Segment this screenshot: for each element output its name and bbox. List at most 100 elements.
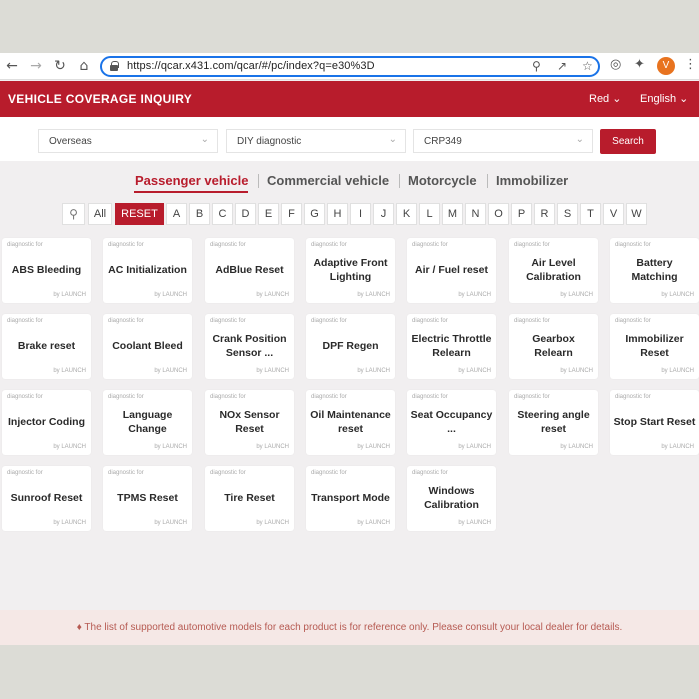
card-caption: diagnostic for bbox=[615, 242, 651, 248]
tab-divider bbox=[399, 174, 400, 188]
filter-all[interactable]: All bbox=[88, 203, 112, 225]
function-card[interactable]: diagnostic for Steering angle reset by LAU… bbox=[509, 390, 598, 455]
card-caption: diagnostic for bbox=[311, 394, 347, 400]
card-title: Crank Position Sensor ... bbox=[212, 333, 287, 359]
share-icon[interactable]: ↗ bbox=[557, 59, 567, 73]
filter-letter-e[interactable]: E bbox=[258, 203, 279, 225]
language-dropdown[interactable]: English ⌄ bbox=[640, 92, 688, 105]
filter-letter-g[interactable]: G bbox=[304, 203, 325, 225]
filter-letter-b[interactable]: B bbox=[189, 203, 210, 225]
home-icon[interactable]: ⌂ bbox=[75, 57, 93, 75]
region-select[interactable]: Overseas ⌄ bbox=[38, 129, 218, 153]
filter-letter-f[interactable]: F bbox=[281, 203, 302, 225]
filter-letter-a[interactable]: A bbox=[166, 203, 187, 225]
filter-letter-n[interactable]: N bbox=[465, 203, 486, 225]
reload-icon[interactable]: ↻ bbox=[51, 57, 69, 75]
filter-letter-v[interactable]: V bbox=[603, 203, 624, 225]
tab-divider bbox=[258, 174, 259, 188]
card-brand: by LAUNCH bbox=[560, 368, 593, 374]
function-card[interactable]: diagnostic for Immobilizer Reset by LAUNCH bbox=[610, 314, 699, 379]
card-brand: by LAUNCH bbox=[53, 368, 86, 374]
search-icon[interactable]: ⚲ bbox=[62, 203, 85, 225]
function-card[interactable]: diagnostic for Transport Mode by LAUNCH bbox=[306, 466, 395, 531]
function-card[interactable]: diagnostic for Electric Throttle Relearn b… bbox=[407, 314, 496, 379]
card-brand: by LAUNCH bbox=[458, 520, 491, 526]
product-select[interactable]: CRP349 ⌄ bbox=[413, 129, 593, 153]
filter-letter-l[interactable]: L bbox=[419, 203, 440, 225]
function-card[interactable]: diagnostic for NOx Sensor Reset by LAUNCH bbox=[205, 390, 294, 455]
filter-letter-h[interactable]: H bbox=[327, 203, 348, 225]
filter-letter-k[interactable]: K bbox=[396, 203, 417, 225]
chevron-down-icon: ⌄ bbox=[679, 93, 689, 105]
card-title: Transport Mode bbox=[311, 492, 390, 504]
filter-letter-s[interactable]: S bbox=[557, 203, 578, 225]
card-title: Air / Fuel reset bbox=[415, 264, 488, 276]
function-card[interactable]: diagnostic for Stop Start Reset by LAUNCH bbox=[610, 390, 699, 455]
filter-letter-t[interactable]: T bbox=[580, 203, 601, 225]
tab-passenger-vehicle[interactable]: Passenger vehicle bbox=[135, 173, 248, 188]
card-title: Language Change bbox=[122, 409, 173, 435]
back-icon[interactable]: ← bbox=[3, 57, 21, 75]
tab-commercial-vehicle[interactable]: Commercial vehicle bbox=[267, 173, 389, 188]
extensions-icon[interactable]: ✦ bbox=[634, 57, 645, 72]
region-dropdown[interactable]: Red ⌄ bbox=[589, 92, 621, 105]
function-card[interactable]: diagnostic for Gearbox Relearn by LAUNCH bbox=[509, 314, 598, 379]
filter-letter-m[interactable]: M bbox=[442, 203, 463, 225]
function-card[interactable]: diagnostic for Crank Position Sensor ... b… bbox=[205, 314, 294, 379]
translate-icon[interactable]: ◎ bbox=[610, 57, 621, 72]
address-bar[interactable]: https://qcar.x431.com/qcar/#/pc/index?q=… bbox=[100, 56, 600, 77]
function-card[interactable]: diagnostic for Battery Matching by LAUNCH bbox=[610, 238, 699, 303]
lock-icon bbox=[110, 61, 119, 71]
browser-menu-icon[interactable]: ⋮ bbox=[684, 57, 697, 72]
card-brand: by LAUNCH bbox=[357, 520, 390, 526]
page-title: VEHICLE COVERAGE INQUIRY bbox=[8, 92, 193, 106]
search-button[interactable]: Search bbox=[600, 129, 656, 154]
diagnostic-type-select[interactable]: DIY diagnostic ⌄ bbox=[226, 129, 406, 153]
function-card[interactable]: diagnostic for Coolant Bleed by LAUNCH bbox=[103, 314, 192, 379]
zoom-icon[interactable]: ⚲ bbox=[532, 59, 541, 73]
function-card[interactable]: diagnostic for TPMS Reset by LAUNCH bbox=[103, 466, 192, 531]
function-card[interactable]: diagnostic for Sunroof Reset by LAUNCH bbox=[2, 466, 91, 531]
card-title: Coolant Bleed bbox=[112, 340, 183, 352]
search-bar: Overseas ⌄ DIY diagnostic ⌄ CRP349 ⌄ Sea… bbox=[0, 117, 699, 161]
function-card[interactable]: diagnostic for Air / Fuel reset by LAUNCH bbox=[407, 238, 496, 303]
tab-immobilizer[interactable]: Immobilizer bbox=[496, 173, 568, 188]
filter-letter-o[interactable]: O bbox=[488, 203, 509, 225]
function-card[interactable]: diagnostic for AC Initialization by LAUNCH bbox=[103, 238, 192, 303]
filter-letter-p[interactable]: P bbox=[511, 203, 532, 225]
card-title: Injector Coding bbox=[8, 416, 85, 428]
filter-letter-d[interactable]: D bbox=[235, 203, 256, 225]
filter-letter-w[interactable]: W bbox=[626, 203, 647, 225]
function-card[interactable]: diagnostic for Adaptive Front Lighting by … bbox=[306, 238, 395, 303]
function-card[interactable]: diagnostic for ABS Bleeding by LAUNCH bbox=[2, 238, 91, 303]
card-caption: diagnostic for bbox=[108, 470, 144, 476]
card-caption: diagnostic for bbox=[311, 242, 347, 248]
function-card[interactable]: diagnostic for Tire Reset by LAUNCH bbox=[205, 466, 294, 531]
region-select-value: Overseas bbox=[49, 136, 92, 147]
function-card[interactable]: diagnostic for Brake reset by LAUNCH bbox=[2, 314, 91, 379]
card-title: DPF Regen bbox=[322, 340, 379, 352]
filter-letter-c[interactable]: C bbox=[212, 203, 233, 225]
forward-icon[interactable]: → bbox=[27, 57, 45, 75]
card-title: Air Level Calibration bbox=[526, 257, 581, 283]
function-card[interactable]: diagnostic for Air Level Calibration by LA… bbox=[509, 238, 598, 303]
tab-motorcycle[interactable]: Motorcycle bbox=[408, 173, 477, 188]
function-card[interactable]: diagnostic for Oil Maintenance reset by LA… bbox=[306, 390, 395, 455]
card-caption: diagnostic for bbox=[514, 394, 550, 400]
filter-letter-r[interactable]: R bbox=[534, 203, 555, 225]
filter-letter-j[interactable]: J bbox=[373, 203, 394, 225]
function-card[interactable]: diagnostic for DPF Regen by LAUNCH bbox=[306, 314, 395, 379]
function-card[interactable]: diagnostic for Language Change by LAUNCH bbox=[103, 390, 192, 455]
function-card[interactable]: diagnostic for Windows Calibration by LAUN… bbox=[407, 466, 496, 531]
bookmark-star-icon[interactable]: ☆ bbox=[582, 59, 593, 73]
card-caption: diagnostic for bbox=[108, 242, 144, 248]
function-card[interactable]: diagnostic for Seat Occupancy ... by LAUNC… bbox=[407, 390, 496, 455]
filter-reset[interactable]: RESET bbox=[115, 203, 164, 225]
function-card[interactable]: diagnostic for Injector Coding by LAUNCH bbox=[2, 390, 91, 455]
profile-avatar[interactable]: V bbox=[657, 57, 675, 75]
card-brand: by LAUNCH bbox=[256, 292, 289, 298]
function-card[interactable]: diagnostic for AdBlue Reset by LAUNCH bbox=[205, 238, 294, 303]
filter-letter-i[interactable]: I bbox=[350, 203, 371, 225]
card-title: AdBlue Reset bbox=[215, 264, 284, 276]
card-brand: by LAUNCH bbox=[661, 292, 694, 298]
